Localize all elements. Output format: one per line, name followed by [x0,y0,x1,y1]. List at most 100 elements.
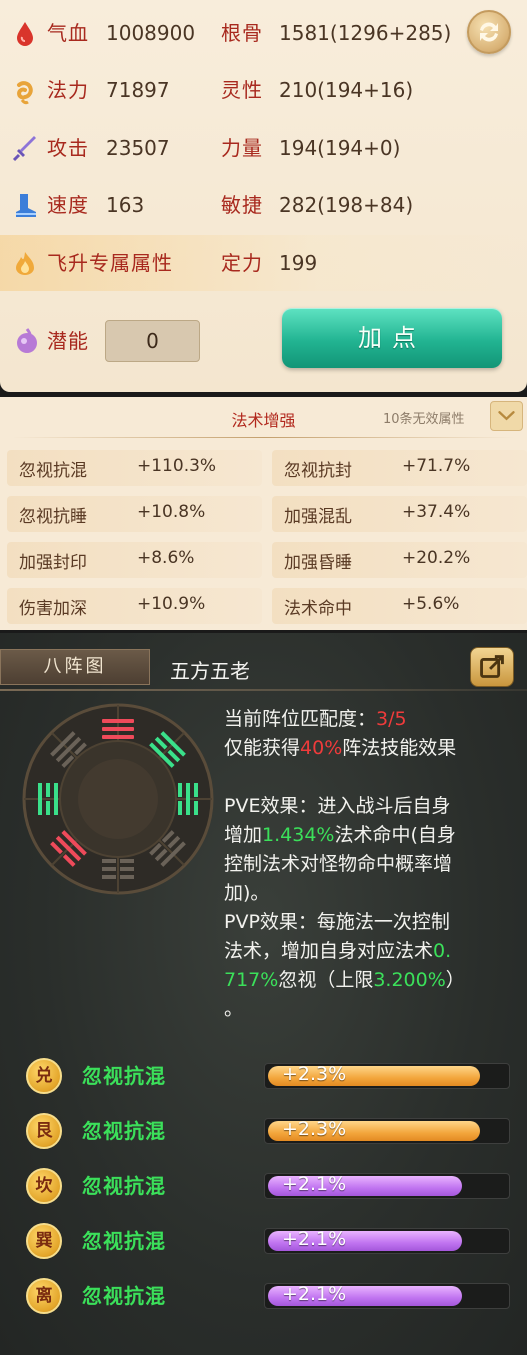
effect-value: +2.1% [282,1283,347,1305]
pvp-line: 717%忽视（上限3.200%） [224,966,465,995]
attr-value: 71897 [106,78,170,102]
attr-value-secondary: 199 [279,251,318,275]
attr-row-attack: 攻击 23507 力量 194(194+0) [0,120,527,176]
attr-value: 23507 [106,136,170,160]
effect-value: +2.1% [282,1228,347,1250]
spell-name: 加强封印 [19,553,87,573]
potential-orb-icon [17,328,37,353]
attr-row-ascension: 飞升专属属性 定力 199 [0,235,527,291]
effect-name: 忽视抗混 [82,1119,166,1143]
spell-cell: 加强混乱 +37.4% [272,496,527,532]
spell-value: +20.2% [402,548,471,568]
attr-label-secondary: 定力 [221,251,263,275]
boot-icon [16,194,36,217]
pvp-line: 法术，增加自身对应法术0. [224,937,451,966]
share-button[interactable] [470,647,514,687]
attr-label: 法力 [47,78,89,102]
attr-label: 速度 [47,193,89,217]
tab-divider [0,689,527,691]
spell-cell: 忽视抗混 +110.3% [7,450,262,486]
blood-drop-icon [17,22,33,46]
spell-name: 忽视抗睡 [19,507,87,527]
pve-line: PVE效果：进入战斗后自身 [224,795,451,817]
share-icon [480,655,504,678]
trigram-badge: 离 [26,1278,62,1314]
attr-value: 163 [106,193,145,217]
effect-row: 艮 忽视抗混 +2.3% [0,1111,527,1153]
spell-cell: 忽视抗睡 +10.8% [7,496,262,532]
refresh-button[interactable] [467,10,511,54]
trigram-badge: 兑 [26,1058,62,1094]
spell-value: +5.6% [402,594,460,614]
attr-label: 攻击 [47,136,89,160]
spell-name: 加强混乱 [284,507,352,527]
mana-swirl-icon [17,81,33,105]
attr-row-mp: 法力 71897 灵性 210(194+16) [0,62,527,118]
spell-cell: 加强昏睡 +20.2% [272,542,527,578]
effect-name: 忽视抗混 [82,1284,166,1308]
attr-label-secondary: 敏捷 [221,193,263,217]
pve-prefix: 增加 [224,824,263,846]
pvp-line: 。 [224,998,244,1020]
spell-cell: 伤害加深 +10.9% [7,588,262,624]
pvp-value: 0. [433,940,452,962]
pve-value: 1.434% [262,824,335,846]
attr-label-secondary: 根骨 [221,21,263,45]
trigram-top [102,719,134,739]
spell-value: +10.9% [137,594,206,614]
title-divider [12,437,515,438]
effect-name: 忽视抗混 [82,1174,166,1198]
formation-name: 五方五老 [170,659,250,683]
effect-value: +2.1% [282,1173,347,1195]
match-label: 当前阵位匹配度： [224,708,377,730]
pve-line: 加)。 [224,882,270,904]
formation-panel: 八阵图 五方五老 当前阵位匹配度：3/5 仅能获得40%阵法技能效果 PVE效果… [0,633,527,1355]
attr-label: 飞升专属属性 [47,251,173,275]
attr-row-hp: 气血 1008900 根骨 1581(1296+285) [0,5,527,61]
effect-name: 忽视抗混 [82,1064,166,1088]
spell-name: 加强昏睡 [284,553,352,573]
attr-row-speed: 速度 163 敏捷 282(198+84) [0,177,527,233]
potential-input[interactable]: 0 [105,320,200,362]
spell-value: +10.8% [137,502,206,522]
sword-icon [12,136,36,162]
spell-enhance-panel: 法术增强 10条无效属性 忽视抗混 +110.3% 忽视抗封 +71.7% 忽视… [0,397,527,630]
spell-name: 法术命中 [284,599,352,619]
spell-value: +110.3% [137,456,217,476]
potential-label: 潜能 [47,329,89,353]
trigram-badge: 坎 [26,1168,62,1204]
pvp-mid: 忽视（上限 [278,969,374,991]
ascension-flame-icon [16,252,34,275]
pvp-line: PVP效果：每施法一次控制 [224,911,450,933]
spell-cell: 忽视抗封 +71.7% [272,450,527,486]
effect-row: 巽 忽视抗混 +2.1% [0,1221,527,1263]
invalid-attr-count: 10条无效属性 [383,412,465,427]
match-line: 当前阵位匹配度：3/5 [224,705,407,734]
attr-value-secondary: 282(198+84) [279,193,414,217]
spell-value: +71.7% [402,456,471,476]
attr-value-secondary: 1581(1296+285) [279,21,452,45]
match-value: 3/5 [376,708,407,730]
spell-name: 忽视抗封 [284,461,352,481]
tab-bazhentu[interactable]: 八阵图 [0,649,150,685]
expand-dropdown-button[interactable] [490,401,523,431]
trigram-badge: 巽 [26,1223,62,1259]
attr-label-secondary: 灵性 [221,78,263,102]
gain-suffix: 阵法技能效果 [342,737,457,759]
attr-label: 气血 [47,21,89,45]
add-points-button[interactable]: 加点 [282,308,502,368]
spell-value: +37.4% [402,502,471,522]
effect-row: 离 忽视抗混 +2.1% [0,1276,527,1318]
effect-name: 忽视抗混 [82,1229,166,1253]
spell-name: 伤害加深 [19,599,87,619]
attr-value-secondary: 194(194+0) [279,136,401,160]
attr-label-secondary: 力量 [221,136,263,160]
attribute-panel: 气血 1008900 根骨 1581(1296+285) 法力 71897 灵性… [0,0,527,392]
bagua-wheel [22,703,214,895]
attr-value-secondary: 210(194+16) [279,78,414,102]
effect-row: 坎 忽视抗混 +2.1% [0,1166,527,1208]
refresh-icon [480,22,498,42]
effect-row: 兑 忽视抗混 +2.3% [0,1056,527,1098]
effect-value: +2.3% [282,1063,347,1085]
trigram-badge: 艮 [26,1113,62,1149]
